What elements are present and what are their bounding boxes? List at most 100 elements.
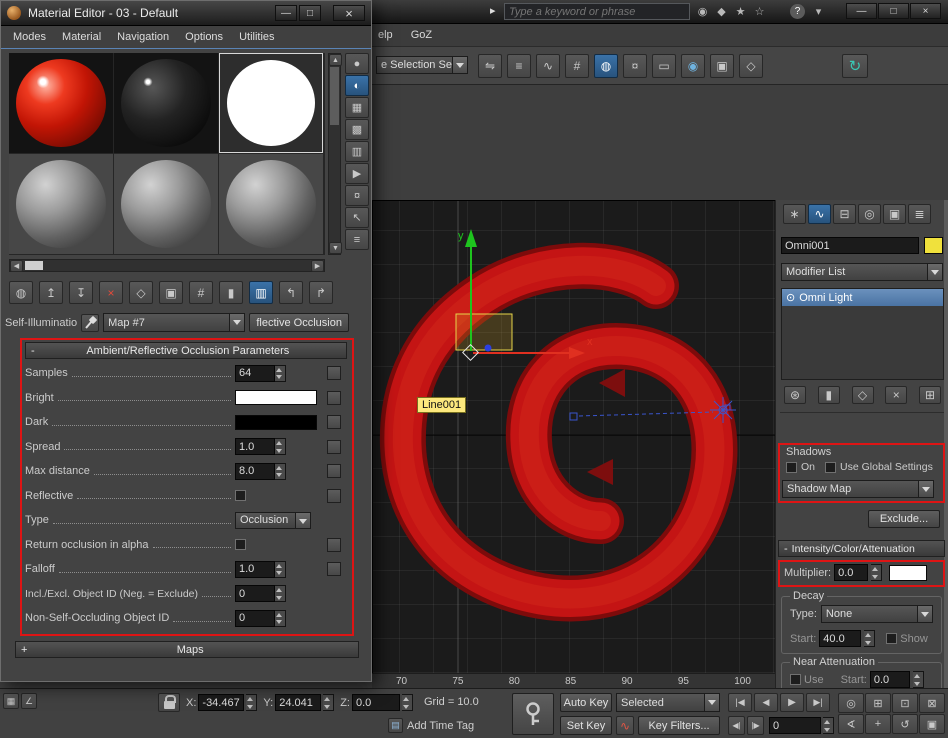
- chevron-down-icon[interactable]: ▾: [810, 3, 827, 20]
- multiplier-field[interactable]: 0.0: [834, 564, 869, 581]
- pin-stack-icon[interactable]: ⊛: [784, 386, 806, 404]
- dropdown-arrow-icon[interactable]: [295, 512, 310, 528]
- bright-color-swatch[interactable]: [235, 390, 317, 406]
- reset-map-icon[interactable]: ×: [99, 281, 123, 304]
- play-icon[interactable]: ▶: [780, 693, 804, 712]
- status-grid-icon[interactable]: ▦: [3, 693, 19, 709]
- me-maximize-button[interactable]: □: [299, 5, 321, 21]
- menu-goz[interactable]: GoZ: [411, 29, 432, 41]
- go-to-end-icon[interactable]: ▶|: [806, 693, 830, 712]
- y-spinner[interactable]: [323, 694, 335, 711]
- star-icon[interactable]: ★: [732, 3, 749, 20]
- display-tab[interactable]: ▣: [883, 204, 906, 224]
- key-filters-button[interactable]: Key Filters...: [638, 716, 720, 735]
- non-self-occluding-field[interactable]: 0: [235, 609, 275, 627]
- binoculars-icon[interactable]: ◉: [694, 3, 711, 20]
- falloff-field[interactable]: 1.0: [235, 560, 275, 578]
- bright-map-button[interactable]: [327, 390, 341, 405]
- light-color-swatch[interactable]: [889, 564, 928, 581]
- sample-uv-tiling-icon[interactable]: ▩: [345, 119, 369, 140]
- show-in-viewport-icon[interactable]: ▥: [249, 281, 273, 304]
- lock-selection-toggle[interactable]: [158, 693, 180, 712]
- goz-sync-icon[interactable]: ↻: [842, 54, 868, 78]
- render-production-icon[interactable]: ◉: [681, 54, 705, 78]
- map-name-dropdown[interactable]: Map #7: [103, 313, 246, 332]
- incl-excl-field[interactable]: 0: [235, 585, 275, 603]
- samples-spinner[interactable]: [275, 364, 286, 382]
- status-angle-icon[interactable]: ∠: [21, 693, 37, 709]
- falloff-map-button[interactable]: [327, 562, 341, 577]
- motion-tab[interactable]: ◎: [858, 204, 881, 224]
- remove-modifier-icon[interactable]: ×: [885, 386, 908, 404]
- options-icon[interactable]: ¤: [345, 185, 369, 206]
- near-start-field[interactable]: 0.0: [869, 671, 910, 688]
- spread-map-button[interactable]: [327, 439, 341, 454]
- set-keys-button[interactable]: [512, 693, 554, 735]
- dropdown-arrow-icon[interactable]: [229, 314, 245, 331]
- close-button[interactable]: ×: [910, 3, 941, 19]
- go-to-start-icon[interactable]: |◀: [728, 693, 752, 712]
- me-close-button[interactable]: ×: [333, 5, 365, 21]
- dropdown-arrow-icon[interactable]: [918, 481, 933, 497]
- decay-start-spinner[interactable]: [864, 630, 876, 647]
- rendered-frame-icon[interactable]: ▭: [652, 54, 676, 78]
- material-map-navigator-icon[interactable]: ≡: [345, 229, 369, 250]
- get-material-icon[interactable]: ◍: [9, 281, 33, 304]
- configure-modifier-sets-icon[interactable]: ⊞: [919, 386, 941, 404]
- zoom-extents-icon[interactable]: ⊡: [892, 693, 918, 713]
- dropdown-arrow-icon[interactable]: [704, 694, 719, 711]
- menu-help-fragment[interactable]: elp: [378, 29, 393, 41]
- maximize-viewport-icon[interactable]: ▣: [919, 714, 945, 734]
- default-tangents-icon[interactable]: ∿: [616, 716, 634, 735]
- me-minimize-button[interactable]: —: [275, 5, 297, 21]
- object-name-field[interactable]: Omni001: [781, 237, 919, 254]
- max-distance-map-button[interactable]: [327, 464, 341, 479]
- key-icon[interactable]: ◆: [713, 3, 730, 20]
- previous-key-icon[interactable]: ◀|: [728, 716, 745, 735]
- menu-utilities[interactable]: Utilities: [239, 31, 274, 43]
- field-of-view-icon[interactable]: ∢: [838, 714, 864, 734]
- non-self-occluding-spinner[interactable]: [275, 609, 286, 627]
- x-spinner[interactable]: [246, 694, 258, 711]
- hierarchy-tab[interactable]: ⊟: [833, 204, 856, 224]
- object-wire-color-swatch[interactable]: [924, 237, 943, 254]
- menu-options[interactable]: Options: [185, 31, 223, 43]
- type-dropdown[interactable]: Occlusion: [235, 511, 311, 529]
- near-use-checkbox[interactable]: [790, 674, 801, 685]
- samples-field[interactable]: 64: [235, 364, 275, 382]
- go-forward-sibling-icon[interactable]: ↱: [309, 281, 333, 304]
- sample-slot-2-dark[interactable]: [114, 53, 218, 153]
- show-end-result-icon[interactable]: ▮: [817, 386, 840, 404]
- search-input[interactable]: [509, 5, 685, 18]
- perspective-viewport[interactable]: y x Line001: [372, 200, 775, 673]
- make-unique-icon[interactable]: ◇: [851, 386, 874, 404]
- go-to-parent-icon[interactable]: ↰: [279, 281, 303, 304]
- scroll-right-icon[interactable]: ▶: [311, 259, 324, 272]
- sample-slot-1-red[interactable]: [9, 53, 113, 153]
- maximize-button[interactable]: □: [878, 3, 909, 19]
- max-distance-field[interactable]: 8.0: [235, 462, 275, 480]
- orbit-icon[interactable]: ↺: [892, 714, 918, 734]
- dropdown-arrow-icon[interactable]: [452, 57, 467, 73]
- sample-hscrollbar[interactable]: ◀ ▶: [9, 259, 325, 272]
- dropdown-arrow-icon[interactable]: [927, 264, 942, 280]
- decay-show-checkbox[interactable]: [886, 633, 898, 644]
- sample-slot-6-gray[interactable]: [219, 154, 323, 254]
- spiral-spline-object[interactable]: [379, 242, 738, 622]
- quick-access-overflow-icon[interactable]: ▸: [490, 4, 496, 17]
- hscroll-thumb[interactable]: [25, 261, 43, 270]
- put-to-library-icon[interactable]: ▣: [159, 281, 183, 304]
- panel-scrollbar[interactable]: [944, 200, 948, 688]
- stack-item-omni-light[interactable]: ⊙ Omni Light: [782, 289, 943, 306]
- background-icon[interactable]: ▦: [345, 97, 369, 118]
- track-bar[interactable]: 70 75 80 85 90 95 100: [372, 673, 775, 688]
- scroll-down-icon[interactable]: ▼: [329, 242, 342, 254]
- menu-navigation[interactable]: Navigation: [117, 31, 169, 43]
- scroll-left-icon[interactable]: ◀: [10, 259, 23, 272]
- minimize-button[interactable]: —: [846, 3, 877, 19]
- spread-field[interactable]: 1.0: [235, 438, 275, 456]
- select-by-material-icon[interactable]: ↖: [345, 207, 369, 228]
- zoom-all-icon[interactable]: ⊞: [865, 693, 891, 713]
- material-editor-icon[interactable]: ◍: [594, 54, 618, 78]
- z-spinner[interactable]: [401, 694, 413, 711]
